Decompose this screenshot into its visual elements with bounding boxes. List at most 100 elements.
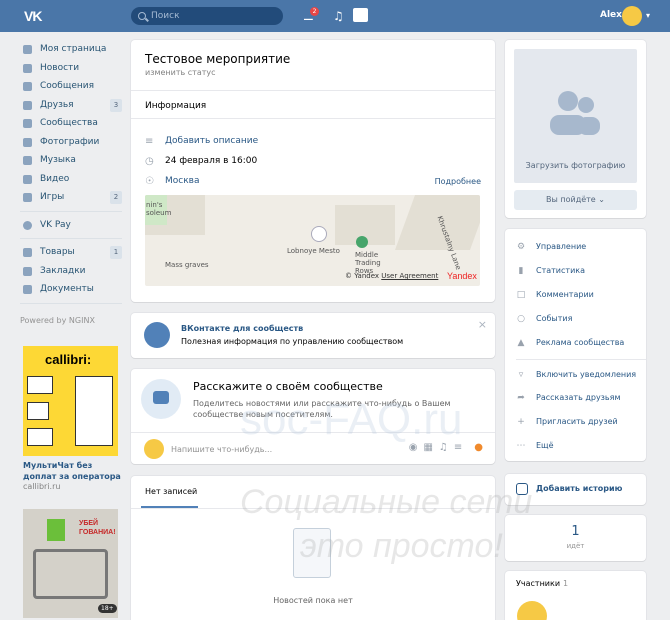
event-header-card: Тестовое мероприятие изменить статус Инф… (131, 40, 495, 302)
community-tip-card: ВКонтакте для сообществ Полезная информа… (131, 313, 495, 358)
menu-item-label: Ещё (536, 441, 554, 450)
ad-title: callibri: (45, 352, 92, 367)
menu-item-invite[interactable]: + Пригласить друзей (516, 415, 618, 429)
menu-item-label: Реклама сообщества (536, 338, 625, 347)
divider (20, 210, 122, 212)
menu-item-label: Пригласить друзей (536, 417, 618, 426)
member-avatar[interactable] (517, 601, 547, 620)
music-icon (23, 156, 32, 165)
composer-title: Расскажите о своём сообществе (193, 380, 383, 393)
map-label: Lobnoye Mesto (287, 247, 340, 255)
home-icon (23, 45, 32, 54)
divider (20, 238, 122, 239)
menu-item-stats[interactable]: ▮ Статистика (516, 264, 585, 278)
ad-url[interactable]: callibri.ru (23, 482, 60, 491)
vk-logo[interactable]: VK (24, 8, 46, 24)
map-marker[interactable] (311, 226, 327, 242)
tip-subtitle: Полезная информация по управлению сообще… (181, 337, 404, 346)
map-label: Mass graves (165, 261, 209, 269)
menu-item-more[interactable]: ⋯ Ещё (516, 439, 554, 453)
sidebar-item-video[interactable]: Видео (20, 170, 122, 189)
menu-item-label: Статистика (536, 266, 585, 275)
search-input[interactable]: Поиск (131, 7, 283, 25)
music-icon[interactable]: ♫ (333, 9, 344, 23)
info-heading: Информация (145, 101, 207, 111)
search-placeholder: Поиск (151, 11, 180, 21)
menu-item-manage[interactable]: ⚙ Управление (516, 240, 586, 254)
community-menu-card: ⚙ Управление ▮ Статистика □ Комментарии ○ Со… (505, 229, 646, 461)
divider (516, 359, 646, 360)
event-city[interactable]: Москва (165, 176, 199, 187)
ad-banner-game[interactable]: УБЕЙ ГОВАНИА! 18+ (23, 509, 118, 618)
video-icon[interactable] (353, 8, 368, 22)
sidebar-item-friends[interactable]: Друзья 3 (20, 96, 122, 115)
ad-banner-callibri[interactable]: callibri: (23, 346, 118, 456)
comment-icon: □ (516, 290, 526, 300)
sidebar-item-bookmarks[interactable]: Закладки (20, 262, 122, 281)
sidebar-item-games[interactable]: Игры 2 (20, 188, 122, 207)
menu-item-label: Рассказать друзьям (536, 393, 621, 402)
map-label: soleum (146, 209, 172, 217)
empty-state-text: Новостей пока нет (273, 596, 353, 605)
more-link[interactable]: Подробнее (435, 177, 481, 186)
user-agreement-link[interactable]: User Agreement (381, 272, 438, 280)
sidebar-item-label: Новости (40, 62, 80, 73)
sidebar-item-my-page[interactable]: Моя страница (20, 40, 122, 59)
members-count: 1 (563, 579, 569, 588)
ad-caption[interactable]: МультиЧат без доплат за оператора (23, 460, 123, 482)
bag-icon (23, 248, 32, 257)
share-icon: ➦ (517, 393, 525, 403)
gear-icon: ⚙ (516, 242, 526, 252)
user-name[interactable]: Alex (600, 10, 622, 20)
author-avatar (144, 439, 164, 459)
tip-title[interactable]: ВКонтакте для сообществ (181, 324, 303, 333)
photo-placeholder[interactable]: Загрузить фотографию (514, 49, 637, 183)
user-avatar[interactable] (622, 6, 642, 26)
members-heading[interactable]: Участники 1 (516, 579, 568, 588)
menu-item-notifications[interactable]: ▿ Включить уведомления (516, 368, 636, 382)
upload-photo-label[interactable]: Загрузить фотографию (514, 161, 637, 170)
sidebar-item-communities[interactable]: Сообщества (20, 114, 122, 133)
post-input[interactable]: Напишите что-нибудь... (171, 445, 272, 454)
menu-item-events[interactable]: ○ События (516, 312, 572, 326)
events-icon: ○ (517, 314, 525, 324)
sidebar-item-music[interactable]: Музыка (20, 151, 122, 170)
chevron-down-icon[interactable]: ▾ (646, 11, 650, 20)
message-icon (23, 82, 32, 91)
color-palette-icon[interactable]: ● (474, 442, 483, 453)
news-icon (23, 63, 32, 73)
chat-bubble-icon (141, 379, 181, 419)
menu-item-label: Комментарии (536, 290, 594, 299)
menu-item-label: Управление (536, 242, 587, 251)
sidebar-item-messages[interactable]: Сообщения (20, 77, 122, 96)
event-map[interactable]: nin's soleum Mass graves Lobnoye Mesto M… (145, 195, 480, 286)
members-card: Участники 1 (505, 571, 646, 620)
sidebar-item-label: Сообщения (40, 81, 95, 91)
star-icon (23, 266, 32, 276)
menu-item-label: События (536, 314, 573, 323)
camera-icon (23, 137, 32, 147)
watermark-line: это просто! (300, 527, 503, 565)
change-status-link[interactable]: изменить статус (145, 68, 216, 77)
sidebar-item-goods[interactable]: Товары 1 (20, 243, 122, 262)
divider (131, 90, 495, 91)
tab-no-posts[interactable]: Нет записей (145, 487, 197, 496)
map-landmark-icon (356, 236, 368, 248)
add-description-link[interactable]: Добавить описание (165, 136, 258, 147)
menu-item-comments[interactable]: □ Комментарии (516, 288, 594, 302)
menu-item-share[interactable]: ➦ Рассказать друзьям (516, 391, 621, 405)
sidebar-item-documents[interactable]: Документы (20, 280, 122, 299)
sidebar-item-news[interactable]: Новости (20, 59, 122, 78)
sidebar-item-vkpay[interactable]: VK Pay (20, 216, 122, 235)
search-icon (138, 12, 146, 20)
add-story-label[interactable]: Добавить историю (536, 484, 622, 493)
map-copyright: © Yandex User Agreement (345, 272, 438, 280)
close-icon[interactable]: × (478, 318, 487, 331)
game-illustration-icon (47, 519, 65, 541)
sidebar-item-label: Фотографии (40, 136, 100, 147)
chat-illustration-icon (27, 402, 49, 420)
sidebar-item-photos[interactable]: Фотографии (20, 133, 122, 152)
attend-button[interactable]: Вы пойдёте ⌄ (514, 190, 637, 210)
menu-item-ads[interactable]: ▲ Реклама сообщества (516, 336, 625, 350)
yandex-logo: Yandex (447, 271, 477, 281)
